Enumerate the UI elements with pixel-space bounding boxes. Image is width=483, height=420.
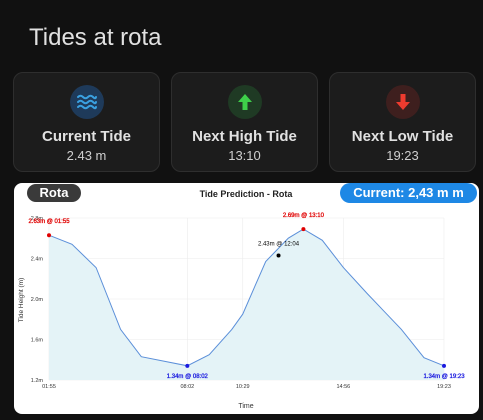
tide-chart-svg: Tide Prediction - Rota 1.2m1.6m2.0m2.4m2…	[18, 189, 465, 410]
low-tide-label: 1.34m @ 08:02	[167, 374, 209, 380]
next-low-tide-value: 19:23	[386, 148, 419, 163]
current-tide-card[interactable]: Current Tide 2.43 m	[13, 72, 160, 172]
next-high-tide-label: Next High Tide	[192, 128, 297, 145]
x-axis-label: Time	[238, 403, 253, 410]
current-tide-point	[276, 253, 281, 258]
y-axis-ticks: 1.2m1.6m2.0m2.4m2.8m	[31, 216, 44, 384]
y-axis-label: Tide Height (m)	[18, 278, 25, 323]
current-tide-label: 2.43m @ 12:04	[258, 241, 300, 247]
arrow-up-icon	[227, 85, 262, 119]
low-tide-label: 1.34m @ 19:23	[423, 374, 465, 380]
next-low-tide-card[interactable]: Next Low Tide 19:23	[329, 72, 476, 172]
low-tide-point	[185, 363, 190, 368]
page-title: Tides at rota	[29, 24, 162, 51]
waves-icon	[69, 85, 104, 119]
x-tick-label: 19:23	[437, 384, 451, 390]
tide-chart[interactable]: Tide Prediction - Rota 1.2m 1.6m 2.0m 2.4m 2…	[14, 183, 479, 414]
x-axis-ticks: 01:55 08:02 10:29 14:56 19:23	[42, 384, 451, 390]
high-tide-point	[301, 227, 306, 232]
x-tick-label: 08:02	[180, 384, 194, 390]
next-high-tide-card[interactable]: Next High Tide 13:10	[171, 72, 318, 172]
x-tick-label: 01:55	[42, 384, 56, 390]
high-tide-label: 2.69m @ 13:10	[283, 213, 325, 219]
y-tick-label: 1.6m	[31, 338, 44, 344]
high-tide-point	[47, 233, 51, 238]
x-tick-label: 10:29	[236, 384, 250, 390]
next-high-tide-value: 13:10	[228, 148, 261, 163]
low-tide-point	[442, 363, 446, 368]
current-tide-pill: Current: 2,43 m m	[340, 183, 477, 203]
y-tick-label: 2.0m	[31, 297, 44, 303]
arrow-down-icon	[385, 85, 420, 119]
high-tide-label: 2.63m @ 01:55	[28, 219, 70, 225]
y-tick-label: 2.4m	[31, 257, 44, 263]
current-tide-value: 2.43 m	[66, 148, 107, 163]
current-tide-label: Current Tide	[42, 128, 131, 145]
next-low-tide-label: Next Low Tide	[351, 128, 454, 145]
chart-title: Tide Prediction - Rota	[200, 189, 294, 199]
x-tick-label: 14:56	[336, 384, 350, 390]
location-pill: Rota	[27, 184, 81, 202]
